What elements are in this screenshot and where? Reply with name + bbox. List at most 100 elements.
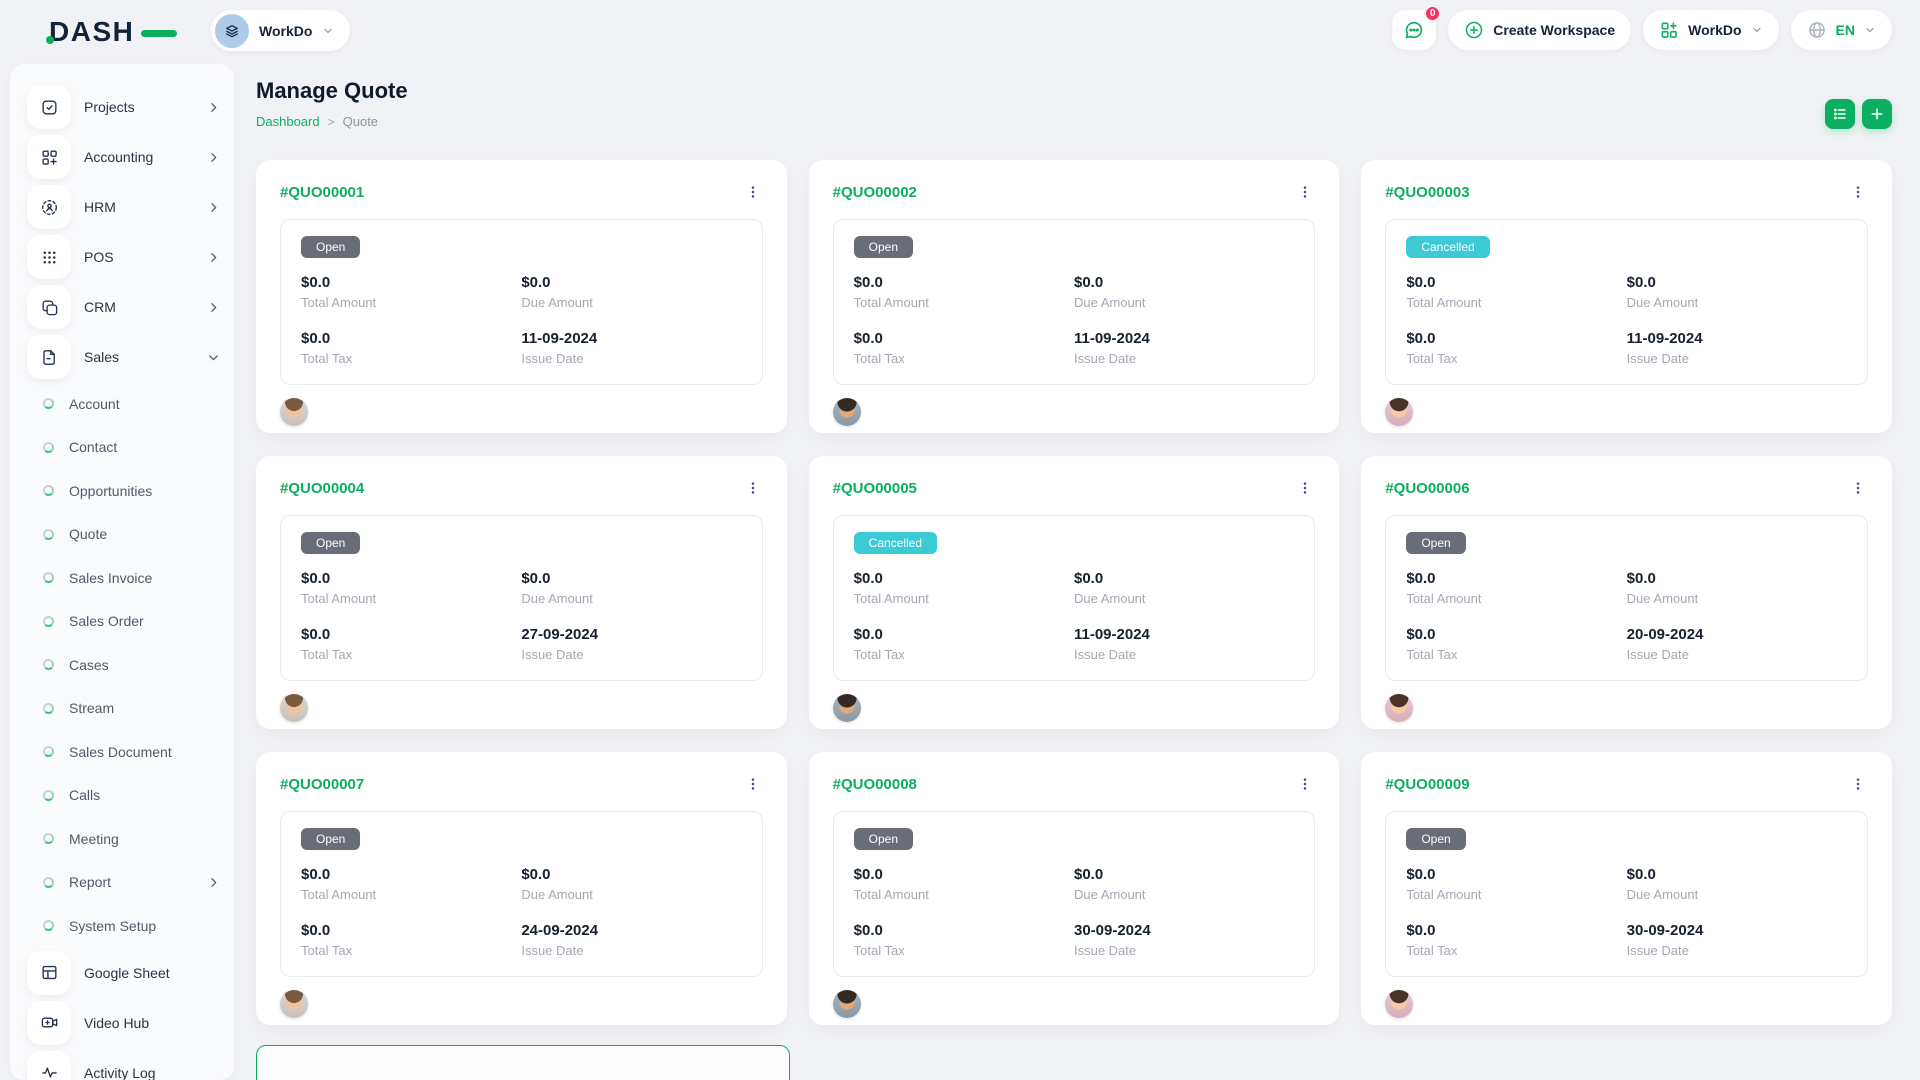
kebab-menu-button[interactable] (1295, 182, 1315, 202)
sidebar-item-projects[interactable]: Projects (10, 82, 234, 132)
sidebar-subitem-system-setup[interactable]: System Setup (10, 904, 234, 948)
total-tax-value: $0.0 (1406, 330, 1626, 347)
total-amount-value: $0.0 (301, 866, 521, 883)
quote-cards-grid: #QUO00001Open$0.0Total Amount$0.0Due Amo… (256, 160, 1892, 1025)
sidebar-subitem-sales-order[interactable]: Sales Order (10, 600, 234, 644)
total-amount-value: $0.0 (1406, 274, 1626, 291)
workspace-switcher[interactable]: WorkDo (211, 10, 350, 51)
language-selector[interactable]: EN (1791, 10, 1892, 50)
sidebar-subitem-report[interactable]: Report (10, 861, 234, 905)
kebab-menu-button[interactable] (743, 182, 763, 202)
card-body: Cancelled$0.0Total Amount$0.0Due Amount$… (1385, 219, 1868, 385)
messages-count-badge: 0 (1424, 5, 1441, 22)
quote-id-link[interactable]: #QUO00007 (280, 776, 364, 793)
breadcrumb-current: Quote (343, 114, 378, 129)
sidebar-item-crm[interactable]: CRM (10, 282, 234, 332)
sidebar-subitem-quote[interactable]: Quote (10, 513, 234, 557)
sidebar-item-sales[interactable]: Sales (10, 332, 234, 382)
sidebar-item-video-hub[interactable]: Video Hub (10, 998, 234, 1048)
sidebar-subitem-cases[interactable]: Cases (10, 643, 234, 687)
sidebar-item-hrm[interactable]: HRM (10, 182, 234, 232)
due-amount-value: $0.0 (1627, 274, 1847, 291)
list-view-button[interactable] (1825, 99, 1855, 129)
dash-logo[interactable]: DASH (49, 17, 159, 47)
quote-id-link[interactable]: #QUO00004 (280, 480, 364, 497)
owner-avatar[interactable] (280, 398, 308, 426)
quote-values: $0.0Total Amount$0.0Due Amount$0.0Total … (301, 274, 742, 366)
total-tax-value: $0.0 (854, 626, 1074, 643)
owner-avatar[interactable] (833, 990, 861, 1018)
sidebar-item-activity-log[interactable]: Activity Log (10, 1048, 234, 1080)
total-amount-label: Total Amount (1406, 295, 1626, 310)
sidebar-item-google-sheet[interactable]: Google Sheet (10, 948, 234, 998)
sidebar-subitem-label: Contact (69, 439, 220, 455)
quote-id-link[interactable]: #QUO00002 (833, 184, 917, 201)
owner-avatar[interactable] (833, 398, 861, 426)
sidebar-subitem-label: System Setup (69, 918, 220, 934)
dots-grid-icon (27, 235, 71, 279)
issue-date-label: Issue Date (1627, 943, 1847, 958)
kebab-menu-button[interactable] (743, 478, 763, 498)
owner-avatar[interactable] (833, 694, 861, 722)
globe-icon (1807, 20, 1827, 40)
kebab-menu-button[interactable] (1848, 774, 1868, 794)
quote-id-link[interactable]: #QUO00009 (1385, 776, 1469, 793)
quote-id-link[interactable]: #QUO00008 (833, 776, 917, 793)
language-label: EN (1836, 22, 1855, 38)
issue-date-value: 11-09-2024 (1074, 626, 1294, 643)
total-amount-label: Total Amount (301, 591, 521, 606)
sidebar-subitem-contact[interactable]: Contact (10, 426, 234, 470)
app-menu-button[interactable]: WorkDo (1643, 10, 1778, 50)
messages-button[interactable]: 0 (1392, 10, 1436, 50)
quote-card: #QUO00001 Open$0.0Total Amount$0.0Due Amo… (256, 160, 787, 433)
kebab-menu-button[interactable] (743, 774, 763, 794)
owner-avatar[interactable] (280, 990, 308, 1018)
sidebar-subitem-account[interactable]: Account (10, 382, 234, 426)
kebab-icon (745, 776, 761, 792)
status-badge: Open (854, 236, 913, 258)
quote-id-link[interactable]: #QUO00003 (1385, 184, 1469, 201)
total-tax-label: Total Tax (301, 647, 521, 662)
breadcrumb-dashboard-link[interactable]: Dashboard (256, 114, 320, 129)
create-workspace-button[interactable]: Create Workspace (1448, 10, 1631, 50)
status-badge: Open (301, 828, 360, 850)
kebab-icon (745, 480, 761, 496)
quote-card: #QUO00006Open$0.0Total Amount$0.0Due Amo… (1361, 456, 1892, 729)
kebab-menu-button[interactable] (1295, 774, 1315, 794)
add-quote-button[interactable] (1862, 99, 1892, 129)
owner-avatar[interactable] (1385, 694, 1413, 722)
card-body: Open$0.0Total Amount$0.0Due Amount$0.0To… (833, 219, 1316, 385)
sidebar-subitem-label: Sales Document (69, 744, 220, 760)
total-tax-value: $0.0 (854, 922, 1074, 939)
issue-date-label: Issue Date (1074, 351, 1294, 366)
total-amount-value: $0.0 (1406, 866, 1626, 883)
kebab-menu-button[interactable] (1295, 478, 1315, 498)
sidebar-subitem-meeting[interactable]: Meeting (10, 817, 234, 861)
owner-avatar[interactable] (280, 694, 308, 722)
kebab-menu-button[interactable] (1848, 182, 1868, 202)
due-amount-label: Due Amount (1627, 887, 1847, 902)
total-amount-label: Total Amount (854, 295, 1074, 310)
owner-avatar[interactable] (1385, 398, 1413, 426)
card-body: Open$0.0Total Amount$0.0Due Amount$0.0To… (280, 219, 763, 385)
quote-id-link[interactable]: #QUO00006 (1385, 480, 1469, 497)
quote-card: #QUO00008Open$0.0Total Amount$0.0Due Amo… (809, 752, 1340, 1025)
sidebar-item-label: Accounting (84, 149, 207, 165)
sidebar-subitem-sales-document[interactable]: Sales Document (10, 730, 234, 774)
breadcrumb-separator: > (328, 115, 335, 129)
page-actions (1825, 99, 1892, 129)
quote-id-link[interactable]: #QUO00001 (280, 184, 364, 201)
kebab-menu-button[interactable] (1848, 478, 1868, 498)
sidebar-subitem-opportunities[interactable]: Opportunities (10, 469, 234, 513)
table-icon (27, 951, 71, 995)
app-menu-label: WorkDo (1688, 22, 1741, 38)
chevron-down-icon (207, 351, 220, 364)
quote-id-link[interactable]: #QUO00005 (833, 480, 917, 497)
sidebar-item-accounting[interactable]: Accounting (10, 132, 234, 182)
sidebar-subitem-stream[interactable]: Stream (10, 687, 234, 731)
sidebar-subitem-calls[interactable]: Calls (10, 774, 234, 818)
owner-avatar[interactable] (1385, 990, 1413, 1018)
issue-date-label: Issue Date (1074, 943, 1294, 958)
sidebar-item-pos[interactable]: POS (10, 232, 234, 282)
sidebar-subitem-sales-invoice[interactable]: Sales Invoice (10, 556, 234, 600)
